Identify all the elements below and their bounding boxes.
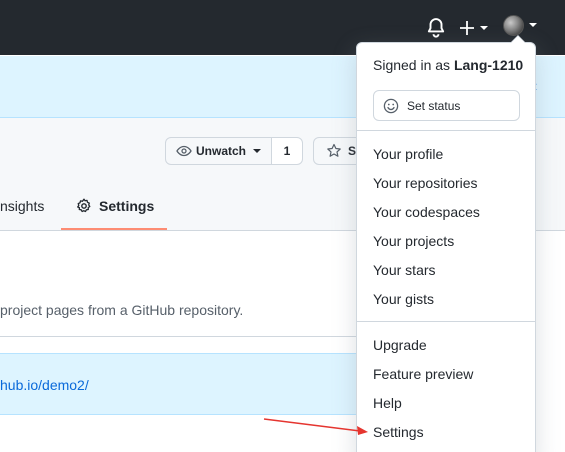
signed-in-prefix: Signed in as xyxy=(373,57,451,73)
bell-icon[interactable] xyxy=(425,17,447,39)
menu-item-your-profile[interactable]: Your profile xyxy=(373,146,443,162)
menu-item-your-repositories[interactable]: Your repositories xyxy=(373,175,478,191)
annotation-arrow-icon xyxy=(263,418,368,435)
avatar xyxy=(503,15,524,36)
tab-settings-label: Settings xyxy=(99,198,155,214)
menu-item-your-codespaces[interactable]: Your codespaces xyxy=(373,204,480,220)
chevron-down-icon xyxy=(253,149,262,153)
pages-description: project pages from a GitHub repository. xyxy=(0,302,244,318)
watchers-count[interactable]: 1 xyxy=(271,137,303,165)
watchers-count-value: 1 xyxy=(283,144,291,158)
chevron-down-icon xyxy=(529,23,537,27)
chevron-down-icon xyxy=(480,26,488,30)
menu-item-upgrade[interactable]: Upgrade xyxy=(373,337,427,353)
star-icon xyxy=(327,143,341,157)
gear-icon xyxy=(77,198,91,213)
active-tab-indicator xyxy=(61,228,167,230)
menu-item-feature-preview[interactable]: Feature preview xyxy=(373,366,473,382)
menu-item-help[interactable]: Help xyxy=(373,395,402,411)
create-new-button[interactable] xyxy=(459,16,491,40)
username[interactable]: Lang-1210 xyxy=(454,57,523,73)
menu-divider xyxy=(357,130,535,131)
divider xyxy=(0,336,370,337)
tab-settings[interactable]: Settings xyxy=(76,198,154,214)
set-status-button[interactable]: Set status xyxy=(373,90,520,121)
smiley-icon xyxy=(383,98,399,113)
set-status-label: Set status xyxy=(407,98,461,113)
unwatch-button[interactable]: Unwatch xyxy=(165,137,272,165)
menu-item-your-projects[interactable]: Your projects xyxy=(373,233,454,249)
site-url-link[interactable]: hub.io/demo2/ xyxy=(0,377,89,393)
unwatch-label: Unwatch xyxy=(196,144,247,158)
star-label: S xyxy=(348,144,357,158)
menu-divider xyxy=(357,321,535,322)
signed-in-as: Signed in as Lang-1210 xyxy=(373,57,523,73)
menu-item-settings[interactable]: Settings xyxy=(373,424,424,440)
menu-item-your-gists[interactable]: Your gists xyxy=(373,291,434,307)
user-dropdown-menu: Signed in as Lang-1210 Set status Your p… xyxy=(356,35,536,452)
eye-icon xyxy=(176,145,192,157)
plus-icon xyxy=(460,21,474,35)
menu-item-your-stars[interactable]: Your stars xyxy=(373,262,436,278)
tab-insights[interactable]: nsights xyxy=(0,198,44,214)
